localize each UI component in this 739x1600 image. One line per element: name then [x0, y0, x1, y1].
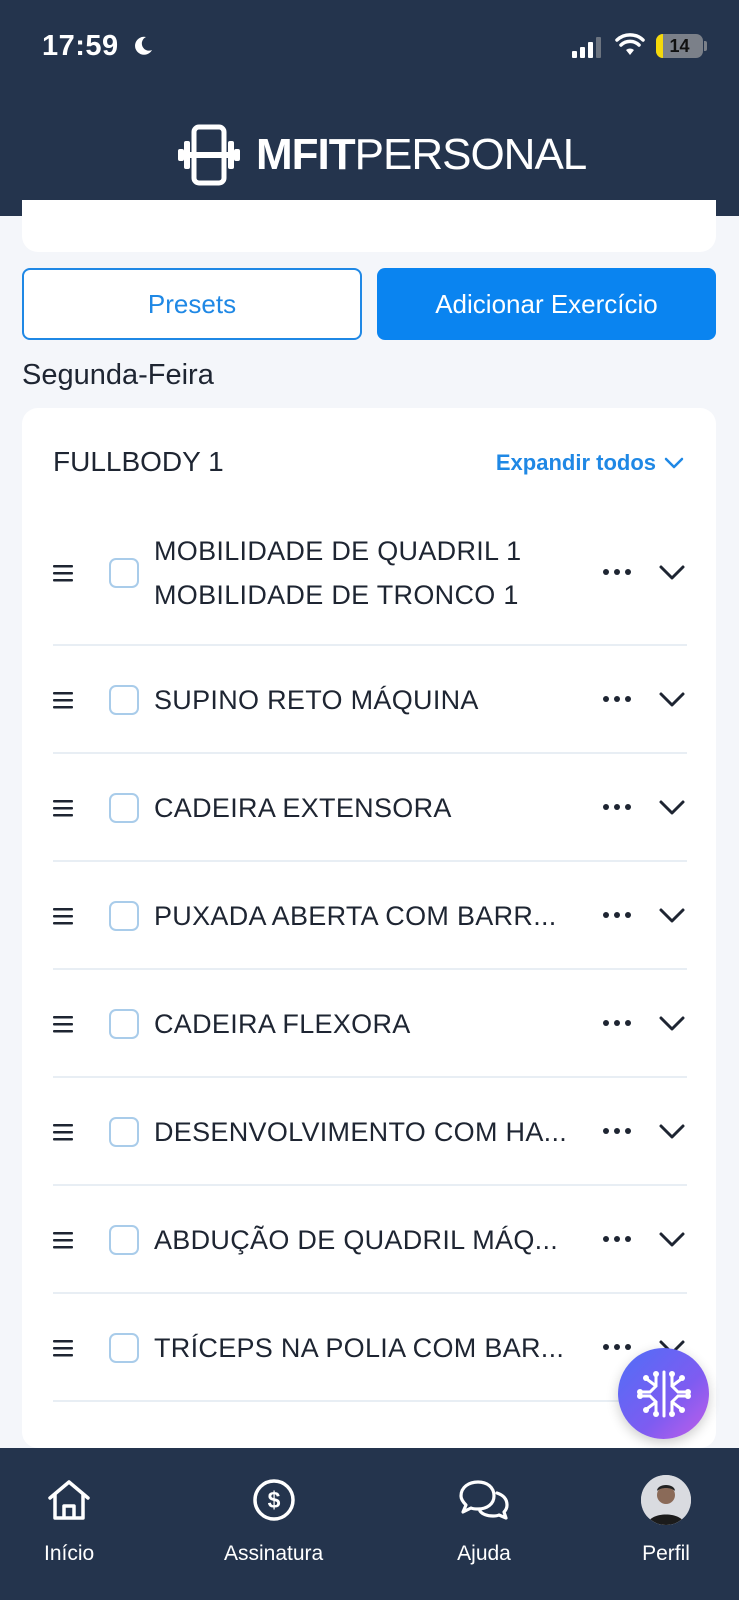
exercise-name: DESENVOLVIMENTO COM HA...: [154, 1110, 584, 1154]
status-bar: 17:59 14: [0, 0, 739, 92]
dumbbell-logo-icon: [178, 124, 240, 186]
status-time: 17:59: [42, 30, 119, 62]
brand-name-light: PERSONAL: [354, 130, 588, 179]
drag-handle-icon[interactable]: [53, 1123, 73, 1141]
ai-assistant-button[interactable]: [618, 1348, 709, 1439]
exercise-name-line: CADEIRA EXTENSORA: [154, 793, 452, 823]
previous-card: [22, 200, 716, 252]
exercise-name-line: SUPINO RETO MÁQUINA: [154, 685, 479, 715]
presets-button[interactable]: Presets: [22, 268, 362, 340]
wifi-icon: [615, 33, 645, 55]
exercise-name-line: DESENVOLVIMENTO COM HA...: [154, 1117, 568, 1147]
exercise-row[interactable]: CADEIRA FLEXORA: [53, 970, 687, 1078]
ai-chip-icon: [636, 1370, 691, 1417]
more-options-icon[interactable]: [602, 1234, 632, 1244]
more-options-icon[interactable]: [602, 910, 632, 920]
chevron-down-icon[interactable]: [658, 907, 686, 925]
workout-card: FULLBODY 1 Expandir todos MOBILIDADE DE …: [22, 408, 716, 1448]
nav-label-inicio: Início: [44, 1542, 95, 1565]
moon-icon: [135, 36, 152, 55]
chevron-down-icon[interactable]: [658, 564, 686, 582]
brand-logo: MFIT PERSONAL: [178, 120, 588, 190]
exercise-name: PUXADA ABERTA COM BARR...: [154, 894, 584, 938]
exercise-row[interactable]: MOBILIDADE DE QUADRIL 1 MOBILIDADE DE TRO…: [53, 500, 687, 646]
exercise-row[interactable]: CADEIRA EXTENSORA: [53, 754, 687, 862]
exercise-name: TRÍCEPS NA POLIA COM BAR...: [154, 1326, 584, 1370]
nav-item-assinatura[interactable]: $ Assinatura: [224, 1472, 323, 1566]
exercise-checkbox[interactable]: [109, 1333, 139, 1363]
exercise-row[interactable]: PUXADA ABERTA COM BARR...: [53, 862, 687, 970]
more-options-icon[interactable]: [602, 1126, 632, 1136]
drag-handle-icon[interactable]: [53, 907, 73, 925]
exercise-checkbox[interactable]: [109, 793, 139, 823]
more-options-icon[interactable]: [602, 1342, 632, 1352]
exercise-name: MOBILIDADE DE QUADRIL 1 MOBILIDADE DE TRO…: [154, 529, 584, 617]
bottom-navigation: Início $ Assinatura Ajuda Perfil: [0, 1448, 739, 1600]
nav-item-perfil[interactable]: Perfil: [641, 1472, 691, 1566]
chevron-down-icon[interactable]: [658, 691, 686, 709]
nav-item-inicio[interactable]: Início: [44, 1472, 94, 1566]
nav-label-assinatura: Assinatura: [224, 1542, 324, 1565]
workout-title: FULLBODY 1: [53, 446, 224, 477]
battery-indicator: 14: [656, 34, 703, 58]
expand-all-button[interactable]: Expandir todos: [496, 450, 684, 476]
exercise-name-line: TRÍCEPS NA POLIA COM BAR...: [154, 1333, 565, 1363]
exercise-name-line: CADEIRA FLEXORA: [154, 1009, 411, 1039]
exercise-checkbox[interactable]: [109, 685, 139, 715]
exercise-row[interactable]: TRÍCEPS NA POLIA COM BAR...: [53, 1294, 687, 1402]
exercise-checkbox[interactable]: [109, 558, 139, 588]
exercise-name: CADEIRA EXTENSORA: [154, 786, 584, 830]
exercise-checkbox[interactable]: [109, 1117, 139, 1147]
signal-icon: [572, 37, 601, 58]
exercise-checkbox[interactable]: [109, 1009, 139, 1039]
chevron-down-icon[interactable]: [658, 799, 686, 817]
exercise-checkbox[interactable]: [109, 1225, 139, 1255]
exercise-name: ABDUÇÃO DE QUADRIL MÁQ...: [154, 1218, 584, 1262]
exercise-row[interactable]: ABDUÇÃO DE QUADRIL MÁQ...: [53, 1186, 687, 1294]
more-options-icon[interactable]: [602, 802, 632, 812]
brand-name-bold: MFIT: [256, 130, 356, 179]
exercise-name-line: ABDUÇÃO DE QUADRIL MÁQ...: [154, 1225, 559, 1255]
exercise-checkbox[interactable]: [109, 901, 139, 931]
drag-handle-icon[interactable]: [53, 564, 73, 582]
drag-handle-icon[interactable]: [53, 1231, 73, 1249]
exercise-name: CADEIRA FLEXORA: [154, 1002, 584, 1046]
expand-all-label: Expandir todos: [495, 450, 656, 475]
home-icon: [48, 1480, 90, 1520]
drag-handle-icon[interactable]: [53, 691, 73, 709]
chevron-down-icon: [664, 457, 684, 469]
battery-tip: [704, 41, 707, 51]
app-header: 17:59 14 MFIT PERSONAL: [0, 0, 739, 216]
more-options-icon[interactable]: [602, 694, 632, 704]
exercise-name-line: MOBILIDADE DE QUADRIL 1: [154, 536, 522, 566]
avatar: [641, 1475, 691, 1525]
chevron-down-icon[interactable]: [658, 1123, 686, 1141]
drag-handle-icon[interactable]: [53, 1339, 73, 1357]
more-options-icon[interactable]: [602, 1018, 632, 1028]
chat-bubbles-icon: [459, 1480, 509, 1520]
nav-label-ajuda: Ajuda: [457, 1542, 511, 1565]
exercise-row[interactable]: DESENVOLVIMENTO COM HA...: [53, 1078, 687, 1186]
drag-handle-icon[interactable]: [53, 799, 73, 817]
dollar-circle-icon: $: [252, 1479, 295, 1521]
nav-item-ajuda[interactable]: Ajuda: [457, 1472, 511, 1566]
chevron-down-icon[interactable]: [658, 1231, 686, 1249]
exercise-row[interactable]: SUPINO RETO MÁQUINA: [53, 646, 687, 754]
add-exercise-button[interactable]: Adicionar Exercício: [377, 268, 716, 340]
nav-label-perfil: Perfil: [642, 1542, 690, 1565]
exercise-name-line: PUXADA ABERTA COM BARR...: [154, 901, 557, 931]
exercise-name: SUPINO RETO MÁQUINA: [154, 678, 584, 722]
exercise-name-line: MOBILIDADE DE TRONCO 1: [154, 580, 519, 610]
day-label: Segunda-Feira: [22, 359, 214, 391]
svg-text:$: $: [267, 1487, 280, 1513]
chevron-down-icon[interactable]: [658, 1015, 686, 1033]
drag-handle-icon[interactable]: [53, 1015, 73, 1033]
more-options-icon[interactable]: [602, 567, 632, 577]
